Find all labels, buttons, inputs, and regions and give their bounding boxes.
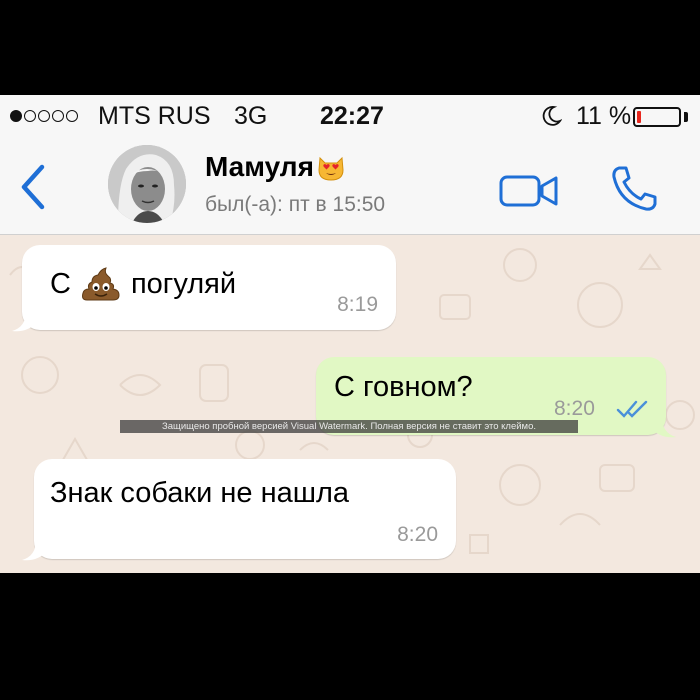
signal-dot	[52, 110, 64, 122]
moon-icon	[542, 106, 562, 126]
phone-screen: MTS RUS 3G 22:27 11 % Мамуля был(-а): пт…	[0, 95, 700, 573]
battery-cap	[684, 112, 688, 122]
contact-name[interactable]: Мамуля	[205, 151, 346, 183]
bubble-tail	[12, 311, 38, 332]
message-time: 8:19	[337, 293, 378, 316]
signal-dot	[10, 110, 22, 122]
battery-percentage: 11 %	[576, 102, 632, 130]
bubble-tail	[650, 417, 676, 438]
phone-icon[interactable]	[608, 163, 660, 215]
chat-header: Мамуля был(-а): пт в 15:50	[0, 139, 700, 235]
message-text-part: погуляй	[130, 267, 237, 300]
signal-dot	[66, 110, 78, 122]
status-bar: MTS RUS 3G 22:27 11 %	[0, 95, 700, 139]
avatar[interactable]	[108, 145, 186, 223]
signal-strength-icon	[10, 110, 78, 122]
double-check-icon	[616, 400, 648, 418]
chevron-left-icon[interactable]	[14, 159, 50, 215]
message-text: Знак собаки не нашла	[50, 477, 350, 509]
message-time: 8:20	[397, 523, 438, 546]
message-text: С говном?	[334, 371, 473, 403]
message-text: С погуляй	[50, 267, 236, 301]
carrier-name: MTS RUS	[98, 102, 211, 130]
signal-dot	[24, 110, 36, 122]
heart-eyes-cat-emoji	[318, 156, 344, 181]
network-type: 3G	[234, 102, 268, 130]
bubble-tail	[22, 540, 48, 561]
battery-icon	[633, 107, 681, 127]
poop-emoji	[81, 267, 120, 301]
message-bubble-incoming[interactable]: С погуляй 8:19	[22, 245, 396, 330]
status-time: 22:27	[320, 102, 384, 130]
contact-name-text: Мамуля	[205, 151, 314, 182]
chat-area[interactable]: С погуляй 8:19 С говном? 8:20 Знак собак…	[0, 235, 700, 573]
message-text-part: С	[50, 267, 71, 300]
battery-level-fill	[637, 111, 641, 123]
watermark-banner: Защищено пробной версией Visual Watermar…	[120, 420, 578, 433]
message-time: 8:20	[554, 397, 595, 420]
signal-dot	[38, 110, 50, 122]
last-seen-status: был(-а): пт в 15:50	[205, 193, 386, 216]
video-camera-icon[interactable]	[498, 173, 560, 209]
message-bubble-incoming[interactable]: Знак собаки не нашла 8:20	[34, 459, 456, 559]
